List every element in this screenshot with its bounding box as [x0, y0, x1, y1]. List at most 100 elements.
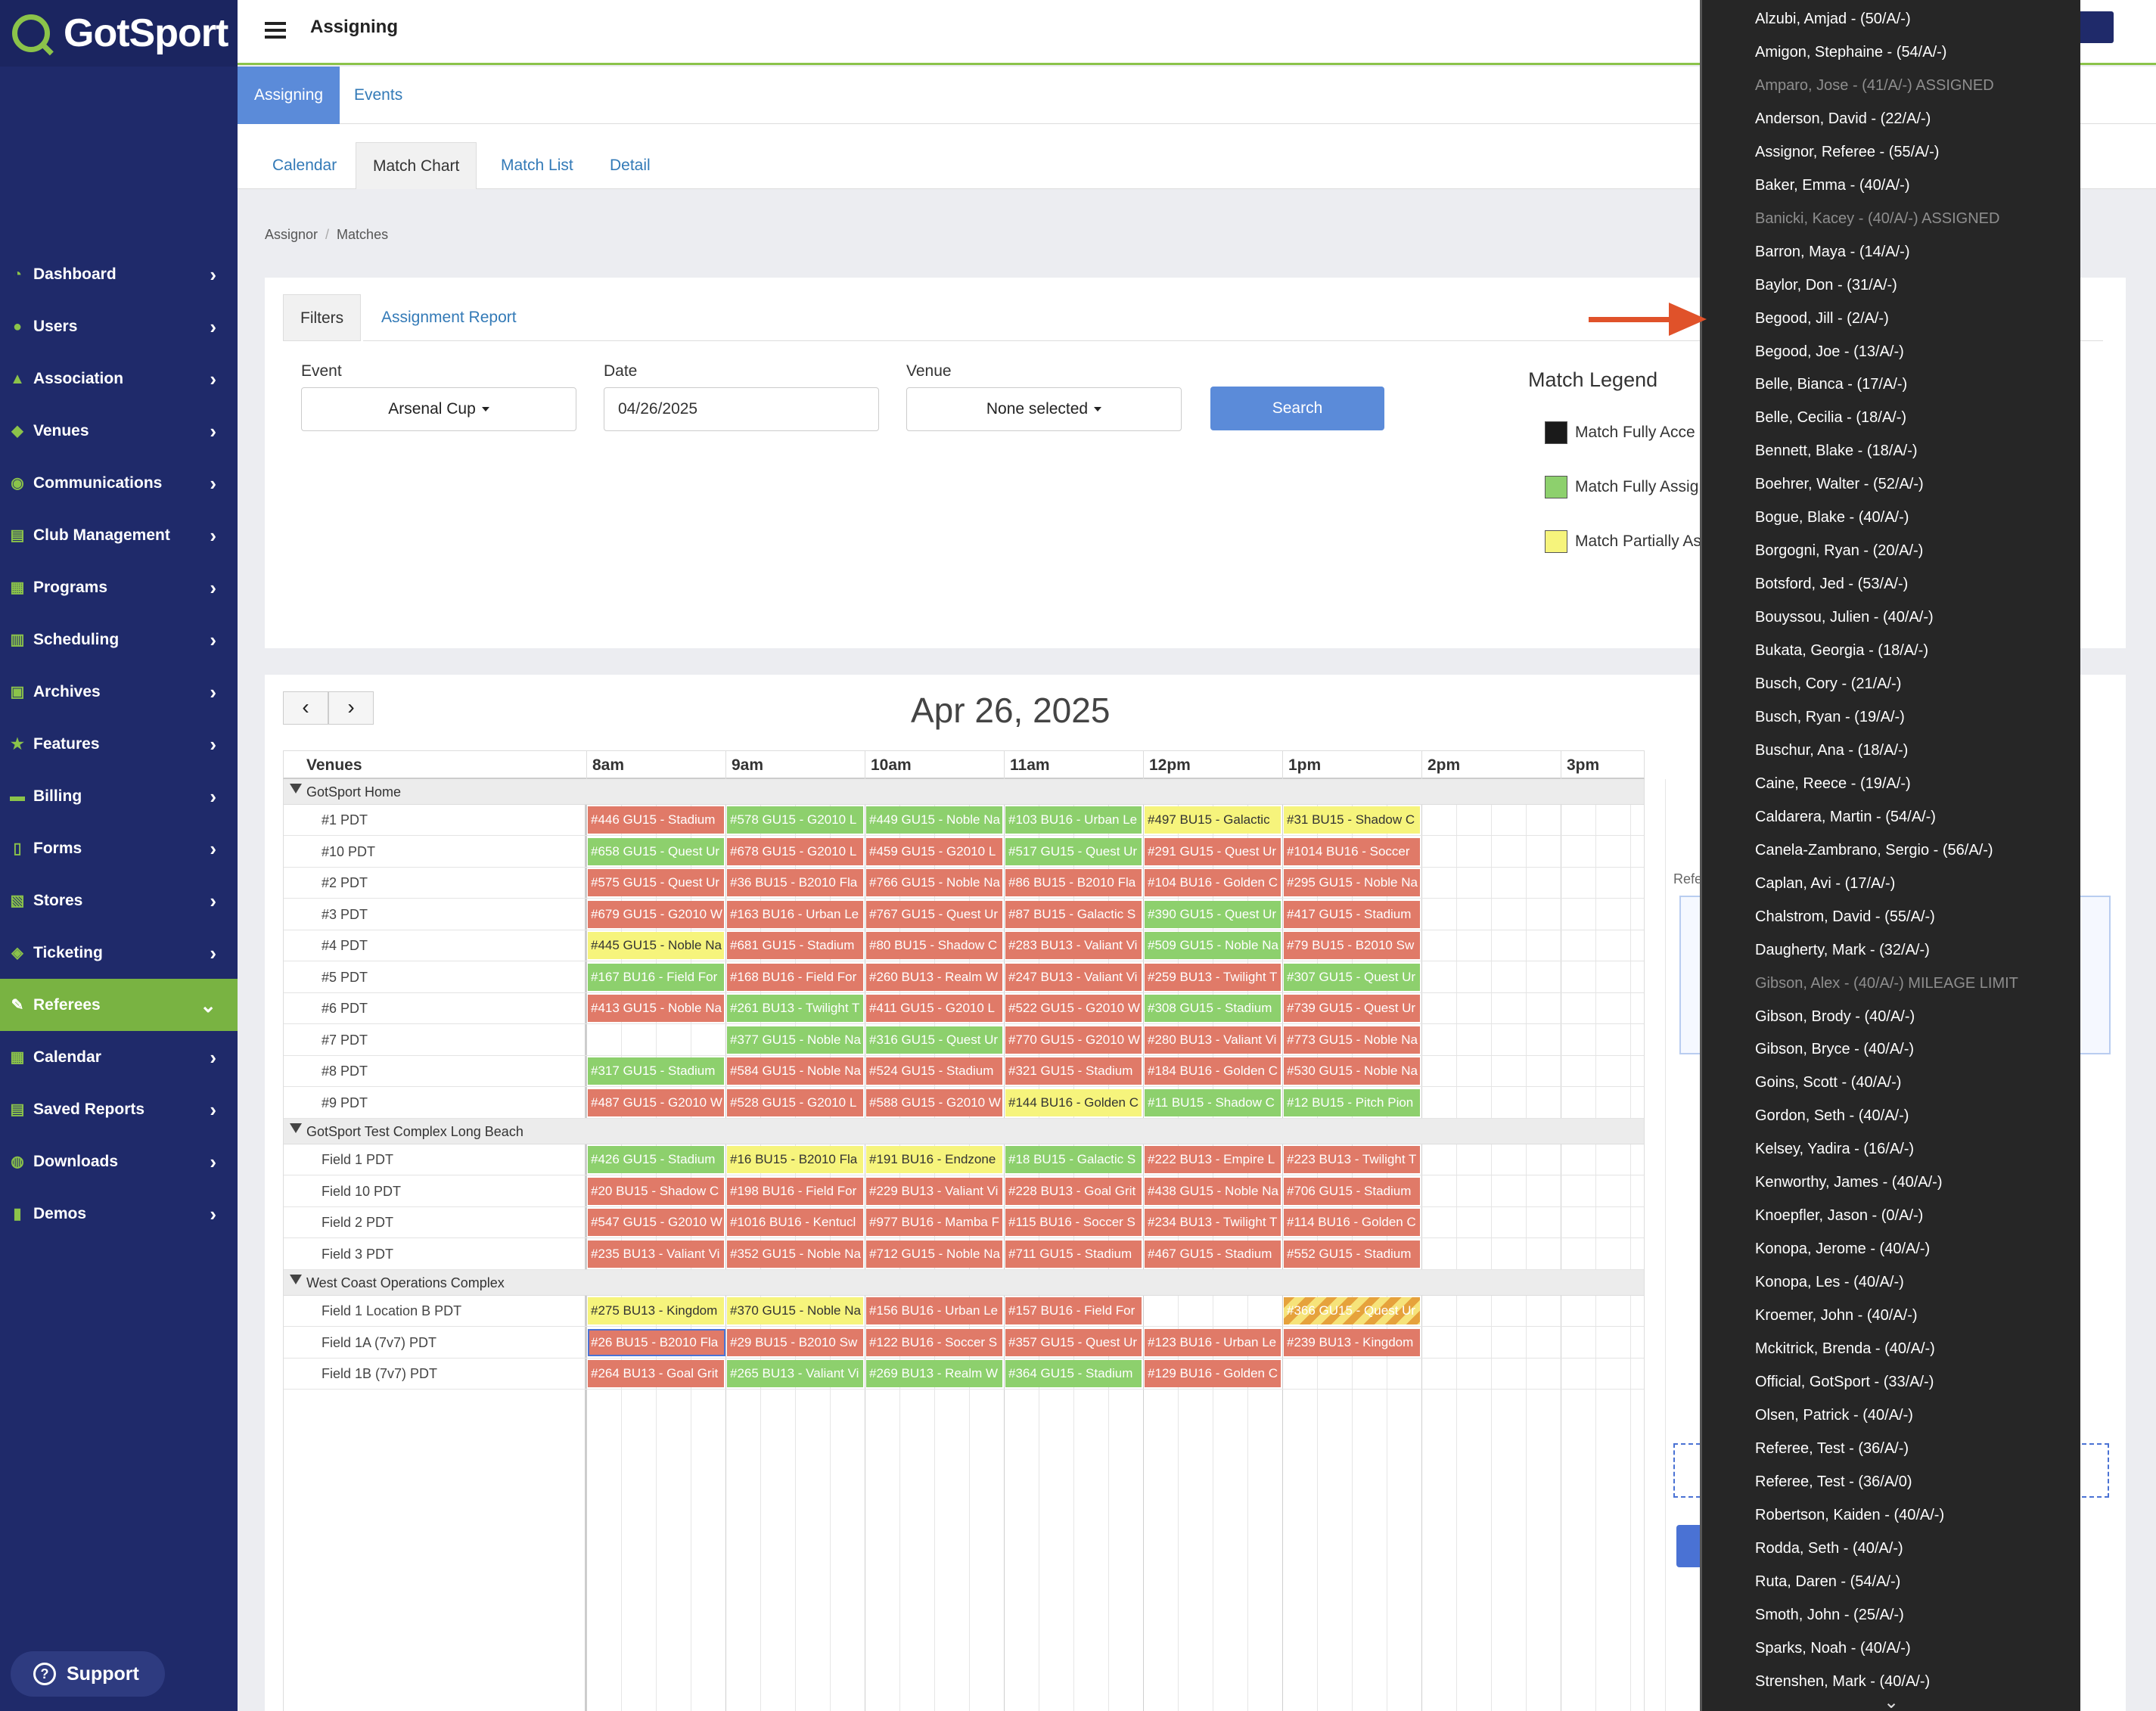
referee-option[interactable]: Busch, Cory - (21/A/-) [1755, 675, 1901, 693]
venue-group-row[interactable]: West Coast Operations Complex [284, 1270, 1644, 1296]
match-cell[interactable]: #317 GU15 - Stadium [588, 1057, 725, 1085]
match-cell[interactable]: #16 BU15 - B2010 Fla [727, 1146, 865, 1173]
match-cell[interactable]: #184 BU16 - Golden C [1145, 1057, 1282, 1085]
match-cell[interactable]: #280 BU13 - Valiant Vi [1145, 1026, 1282, 1054]
match-cell[interactable]: #552 GU15 - Stadium [1284, 1240, 1421, 1268]
match-cell[interactable]: #364 GU15 - Stadium [1005, 1360, 1143, 1387]
match-cell[interactable]: #1014 BU16 - Soccer [1284, 837, 1421, 865]
match-cell[interactable]: #321 GU15 - Stadium [1005, 1057, 1143, 1085]
match-cell[interactable]: #522 GU15 - G2010 W [1005, 995, 1143, 1022]
match-cell[interactable]: #711 GU15 - Stadium [1005, 1240, 1143, 1268]
venue-group-row[interactable]: GotSport Home [284, 779, 1644, 805]
match-cell[interactable]: #115 BU16 - Soccer S [1005, 1209, 1143, 1236]
referee-option[interactable]: Rodda, Seth - (40/A/-) [1755, 1540, 1903, 1557]
match-cell[interactable]: #1016 BU16 - Kentucl [727, 1209, 865, 1236]
referee-option[interactable]: Referee, Test - (36/A/0) [1755, 1473, 1912, 1491]
referee-option[interactable]: Daugherty, Mark - (32/A/-) [1755, 942, 1930, 959]
match-cell[interactable]: #530 GU15 - Noble Na [1284, 1057, 1421, 1085]
match-cell[interactable]: #487 GU15 - G2010 W [588, 1088, 725, 1116]
referee-option[interactable]: Kroemer, John - (40/A/-) [1755, 1307, 1918, 1324]
prev-day-button[interactable]: ‹ [283, 691, 328, 725]
match-cell[interactable]: #222 BU13 - Empire L [1145, 1146, 1282, 1173]
match-cell[interactable]: #275 BU13 - Kingdom [588, 1297, 725, 1324]
collapse-triangle-icon[interactable] [290, 1123, 302, 1133]
next-day-button[interactable]: › [328, 691, 374, 725]
match-cell[interactable]: #316 GU15 - Quest Ur [866, 1026, 1004, 1054]
match-cell[interactable]: #445 GU15 - Noble Na [588, 932, 725, 959]
collapse-triangle-icon[interactable] [290, 1275, 302, 1284]
sidebar-item-users[interactable]: ● Users › [0, 300, 238, 352]
sidebar-item-scheduling[interactable]: ▥ Scheduling › [0, 613, 238, 666]
match-cell[interactable]: #307 GU15 - Quest Ur [1284, 963, 1421, 991]
referee-option[interactable]: Borgogni, Ryan - (20/A/-) [1755, 542, 1923, 560]
referee-option[interactable]: Smoth, John - (25/A/-) [1755, 1607, 1904, 1624]
match-cell[interactable]: #517 GU15 - Quest Ur [1005, 837, 1143, 865]
sidebar-item-referees[interactable]: ✎ Referees ⌄ [0, 979, 238, 1031]
referee-option[interactable]: Busch, Ryan - (19/A/-) [1755, 709, 1905, 726]
match-cell[interactable]: #144 BU16 - Golden C [1005, 1088, 1143, 1116]
match-cell[interactable]: #417 GU15 - Stadium [1284, 900, 1421, 928]
match-cell[interactable]: #235 BU13 - Valiant Vi [588, 1240, 725, 1268]
match-cell[interactable]: #770 GU15 - G2010 W [1005, 1026, 1143, 1054]
sidebar-item-billing[interactable]: ▬ Billing › [0, 770, 238, 822]
match-cell[interactable]: #79 BU15 - B2010 Sw [1284, 932, 1421, 959]
referee-option[interactable]: Robertson, Kaiden - (40/A/-) [1755, 1507, 1944, 1524]
gotsport-logo[interactable]: GotSport [0, 0, 238, 67]
match-cell[interactable]: #575 GU15 - Quest Ur [588, 869, 725, 896]
sidebar-item-demos[interactable]: ▮ Demos › [0, 1188, 238, 1240]
match-cell[interactable]: #29 BU15 - B2010 Sw [727, 1328, 865, 1356]
referee-option[interactable]: Belle, Bianca - (17/A/-) [1755, 376, 1907, 393]
referee-option[interactable]: Bouyssou, Julien - (40/A/-) [1755, 609, 1934, 626]
match-cell[interactable]: #584 GU15 - Noble Na [727, 1057, 865, 1085]
tab-filters[interactable]: Filters [283, 294, 362, 341]
match-cell[interactable]: #163 BU16 - Urban Le [727, 900, 865, 928]
match-cell[interactable]: #156 BU16 - Urban Le [866, 1297, 1004, 1324]
referee-option[interactable]: Bukata, Georgia - (18/A/-) [1755, 642, 1928, 660]
match-cell[interactable]: #157 BU16 - Field For [1005, 1297, 1143, 1324]
match-cell[interactable]: #438 GU15 - Noble Na [1145, 1177, 1282, 1205]
match-cell[interactable]: #12 BU15 - Pitch Pion [1284, 1088, 1421, 1116]
match-cell[interactable]: #706 GU15 - Stadium [1284, 1177, 1421, 1205]
referee-option[interactable]: Konopa, Jerome - (40/A/-) [1755, 1241, 1930, 1258]
match-cell[interactable]: #497 BU15 - Galactic [1145, 806, 1282, 834]
referee-option[interactable]: Anderson, David - (22/A/-) [1755, 110, 1931, 128]
sidebar-item-features[interactable]: ★ Features › [0, 718, 238, 770]
match-cell[interactable]: #229 BU13 - Valiant Vi [866, 1177, 1004, 1205]
match-cell[interactable]: #20 BU15 - Shadow C [588, 1177, 725, 1205]
match-cell[interactable]: #36 BU15 - B2010 Fla [727, 869, 865, 896]
referee-option[interactable]: Canela-Zambrano, Sergio - (56/A/-) [1755, 842, 1993, 859]
referee-option[interactable]: Strenshen, Mark - (40/A/-) [1755, 1673, 1930, 1691]
match-cell[interactable]: #739 GU15 - Quest Ur [1284, 995, 1421, 1022]
referee-option[interactable]: Ruta, Daren - (54/A/-) [1755, 1573, 1900, 1591]
collapse-triangle-icon[interactable] [290, 784, 302, 793]
referee-option[interactable]: Gibson, Bryce - (40/A/-) [1755, 1041, 1914, 1058]
match-cell[interactable]: #449 GU15 - Noble Na [866, 806, 1004, 834]
match-cell[interactable]: #264 BU13 - Goal Grit [588, 1360, 725, 1387]
match-cell[interactable]: #366 GU15 - Quest Ur [1284, 1297, 1421, 1324]
match-cell[interactable]: #767 GU15 - Quest Ur [866, 900, 1004, 928]
referee-option[interactable]: Belle, Cecilia - (18/A/-) [1755, 409, 1906, 427]
match-cell[interactable]: #31 BU15 - Shadow C [1284, 806, 1421, 834]
date-input[interactable]: 04/26/2025 [604, 387, 879, 431]
referee-option[interactable]: Konopa, Les - (40/A/-) [1755, 1274, 1904, 1291]
match-cell[interactable]: #283 BU13 - Valiant Vi [1005, 932, 1143, 959]
referee-option[interactable]: Knoepfler, Jason - (0/A/-) [1755, 1207, 1923, 1225]
sidebar-item-club-management[interactable]: ▤ Club Management › [0, 509, 238, 561]
match-cell[interactable]: #370 GU15 - Noble Na [727, 1297, 865, 1324]
referee-option[interactable]: Goins, Scott - (40/A/-) [1755, 1074, 1901, 1092]
match-cell[interactable]: #766 GU15 - Noble Na [866, 869, 1004, 896]
match-cell[interactable]: #467 GU15 - Stadium [1145, 1240, 1282, 1268]
match-cell[interactable]: #390 GU15 - Quest Ur [1145, 900, 1282, 928]
match-cell[interactable]: #80 BU15 - Shadow C [866, 932, 1004, 959]
referee-option[interactable]: Baker, Emma - (40/A/-) [1755, 177, 1910, 194]
match-cell[interactable]: #18 BU15 - Galactic S [1005, 1146, 1143, 1173]
tab-detail[interactable]: Detail [593, 142, 667, 189]
match-cell[interactable]: #259 BU13 - Twilight T [1145, 963, 1282, 991]
referee-option[interactable]: Official, GotSport - (33/A/-) [1755, 1374, 1934, 1391]
match-cell[interactable]: #446 GU15 - Stadium [588, 806, 725, 834]
tab-assignment-report[interactable]: Assignment Report [365, 294, 533, 341]
match-cell[interactable]: #129 BU16 - Golden C [1145, 1360, 1282, 1387]
match-cell[interactable]: #114 BU16 - Golden C [1284, 1209, 1421, 1236]
referee-option[interactable]: Botsford, Jed - (53/A/-) [1755, 576, 1908, 593]
sidebar-item-venues[interactable]: ◆ Venues › [0, 405, 238, 457]
